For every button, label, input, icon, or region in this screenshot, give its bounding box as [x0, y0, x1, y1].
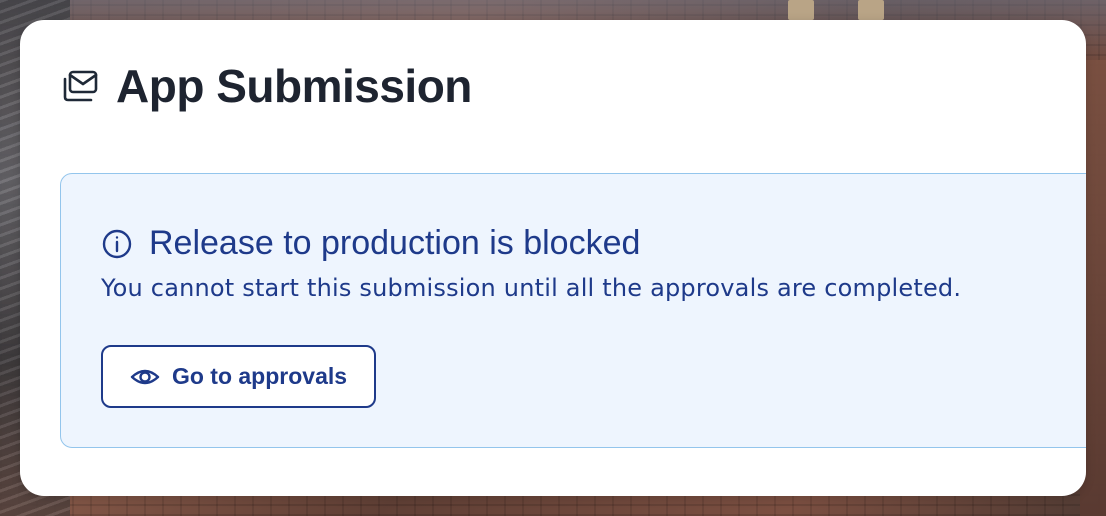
- page-header: App Submission: [60, 58, 472, 114]
- info-circle-icon: [101, 228, 133, 260]
- go-to-approvals-label: Go to approvals: [171, 363, 348, 389]
- alert-description: You cannot start this submission until a…: [101, 274, 962, 302]
- alert-title: Release to production is blocked: [149, 224, 641, 262]
- submission-card: App Submission Release to production is …: [20, 20, 1086, 496]
- page-title: App Submission: [116, 60, 472, 112]
- background-chimney: [788, 0, 814, 20]
- eye-icon: [130, 362, 160, 392]
- go-to-approvals-button[interactable]: Go to approvals: [101, 345, 376, 408]
- blocked-alert: Release to production is blocked You can…: [60, 173, 1086, 448]
- alert-header: Release to production is blocked: [101, 224, 640, 263]
- background-chimney: [858, 0, 884, 20]
- inbox-stack-icon: [60, 66, 100, 106]
